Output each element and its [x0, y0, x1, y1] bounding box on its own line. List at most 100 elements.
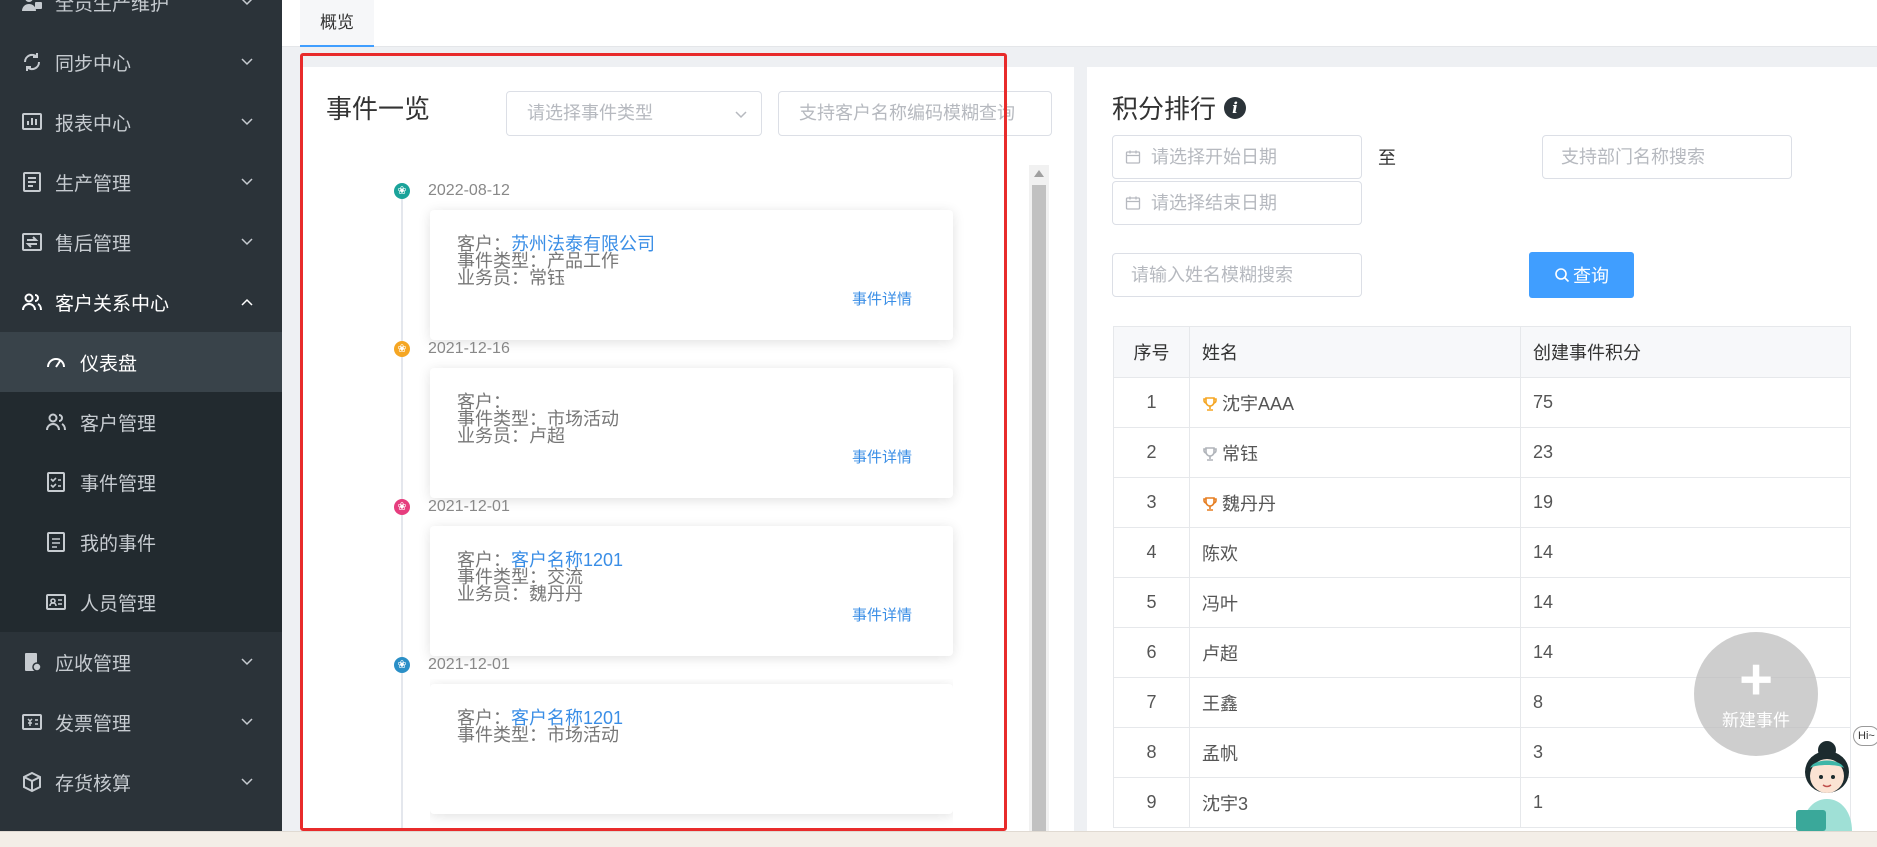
- timeline-dot-icon: ❀: [394, 499, 410, 515]
- salesman-value: 卢超: [529, 426, 565, 446]
- salesman-value: 常钰: [529, 268, 565, 288]
- trophy-icon: [1203, 496, 1217, 511]
- chevron-down-icon: [241, 178, 253, 186]
- name-search-input[interactable]: 请输入姓名模糊搜索: [1112, 253, 1362, 297]
- scroll-up-icon[interactable]: [1034, 170, 1044, 177]
- rank-no: 9: [1113, 777, 1190, 828]
- sidebar-item-inventory[interactable]: 存货核算: [0, 752, 282, 812]
- rank-no: 6: [1113, 627, 1190, 678]
- event-detail-link[interactable]: 事件详情: [852, 446, 912, 467]
- tab-bar: 概览: [282, 0, 1877, 47]
- sidebar-subitem-label: 人员管理: [80, 593, 157, 615]
- event-card: 客户：客户名称1201 事件类型：市场活动: [430, 684, 953, 814]
- end-date-input[interactable]: 请选择结束日期: [1112, 181, 1362, 225]
- timeline-dot-icon: ❀: [394, 183, 410, 199]
- table-row: 9 沈宇3 1: [1113, 777, 1851, 828]
- salesman-label: 业务员：: [457, 426, 529, 446]
- rank-no: 2: [1113, 427, 1190, 478]
- event-type-placeholder: 请选择事件类型: [527, 103, 653, 123]
- checklist-icon: [44, 470, 68, 494]
- sync-icon: [20, 50, 44, 74]
- id-card-icon: [44, 590, 68, 614]
- rank-name: 魏丹丹: [1222, 493, 1276, 514]
- sidebar-item-reports[interactable]: 报表中心: [0, 92, 282, 152]
- sidebar-item-sync[interactable]: 同步中心: [0, 32, 282, 92]
- events-title: 事件一览: [326, 94, 431, 124]
- event-card: 客户：苏州法泰有限公司 事件类型：产品工作 业务员：常钰 事件详情: [430, 210, 953, 340]
- ranking-table-body: 1 沈宇AAA 75 2 常钰 23 3 魏丹丹 19 4 陈欢 14 5 冯叶 14 6 卢超 14 7 王鑫 8 8 孟…: [1113, 377, 1851, 828]
- rank-name: 孟帆: [1202, 743, 1238, 764]
- table-row: 1 沈宇AAA 75: [1113, 377, 1851, 428]
- sidebar-subitem-label: 仪表盘: [80, 353, 138, 375]
- customer-icon: [44, 410, 68, 434]
- rank-name-cell: 孟帆: [1189, 727, 1521, 778]
- invoice-icon: [20, 710, 44, 734]
- salesman-value: 魏丹丹: [529, 584, 583, 604]
- sidebar-item-tpm[interactable]: 全员生产维护: [0, 0, 282, 32]
- calendar-icon: [1125, 196, 1141, 210]
- search-icon: [1555, 268, 1570, 283]
- chevron-down-icon: [241, 718, 253, 726]
- event-card-clip: 客户：客户名称1201 事件类型：市场活动: [430, 679, 953, 831]
- scrollbar-thumb[interactable]: [1032, 185, 1046, 831]
- rank-name: 冯叶: [1202, 593, 1238, 614]
- info-icon[interactable]: i: [1224, 96, 1247, 119]
- sidebar-item-aftersales[interactable]: 售后管理: [0, 212, 282, 272]
- customer-search-input[interactable]: 支持客户名称编码模糊查询: [778, 91, 1052, 136]
- chevron-down-icon: [241, 238, 253, 246]
- chevron-down-icon: [241, 658, 253, 666]
- rank-score: 75: [1520, 377, 1851, 428]
- rank-no: 7: [1113, 677, 1190, 728]
- event-detail-link[interactable]: 事件详情: [852, 288, 912, 309]
- chart-icon: [20, 110, 44, 134]
- receivable-icon: [20, 650, 44, 674]
- sidebar-subitem-label: 事件管理: [80, 473, 157, 495]
- taskbar-strip: [0, 831, 1877, 847]
- ranking-title: 积分排行: [1112, 94, 1217, 124]
- rank-name: 常钰: [1222, 443, 1258, 464]
- events-panel: 事件一览 请选择事件类型 支持客户名称编码模糊查询 ❀ 2022-08-12 客…: [302, 67, 1074, 847]
- sidebar-item-label: 发票管理: [55, 713, 132, 735]
- tab-overview[interactable]: 概览: [300, 0, 374, 47]
- table-row: 5 冯叶 14: [1113, 577, 1851, 628]
- sidebar-subitem-dashboard[interactable]: 仪表盘: [0, 332, 282, 392]
- sidebar-item-label: 售后管理: [55, 233, 132, 255]
- rank-name-cell: 冯叶: [1189, 577, 1521, 628]
- rank-no: 4: [1113, 527, 1190, 578]
- sidebar-subitem-my-events[interactable]: 我的事件: [0, 512, 282, 572]
- timeline-dot-icon: ❀: [394, 341, 410, 357]
- sidebar-subitem-label: 客户管理: [80, 413, 157, 435]
- event-type-select[interactable]: 请选择事件类型: [506, 91, 762, 136]
- rank-no: 3: [1113, 477, 1190, 528]
- sidebar-item-production[interactable]: 生产管理: [0, 152, 282, 212]
- sidebar-subitem-events[interactable]: 事件管理: [0, 452, 282, 512]
- event-detail-link[interactable]: 事件详情: [852, 604, 912, 625]
- sidebar-item-invoices[interactable]: 发票管理: [0, 692, 282, 752]
- table-row: 2 常钰 23: [1113, 427, 1851, 478]
- table-row: 3 魏丹丹 19: [1113, 477, 1851, 528]
- ranking-title-row: 积分排行 i: [1112, 89, 1247, 126]
- sidebar-item-receivables[interactable]: 应收管理: [0, 632, 282, 692]
- sidebar-item-crm[interactable]: 客户关系中心: [0, 272, 282, 332]
- start-date-input[interactable]: 请选择开始日期: [1112, 135, 1362, 179]
- rank-name-cell: 沈宇3: [1189, 777, 1521, 828]
- event-card: 客户： 事件类型：市场活动 业务员：卢超 事件详情: [430, 368, 953, 498]
- events-scrollbar[interactable]: [1029, 165, 1049, 831]
- rank-score: 14: [1520, 527, 1851, 578]
- query-button[interactable]: 查询: [1529, 252, 1634, 298]
- assistant-avatar-icon[interactable]: [1790, 730, 1860, 831]
- new-event-label: 新建事件: [1722, 710, 1790, 730]
- rank-score: 19: [1520, 477, 1851, 528]
- plus-icon: +: [1739, 646, 1773, 712]
- sidebar-subitem-staff[interactable]: 人员管理: [0, 572, 282, 632]
- department-search-input[interactable]: 支持部门名称搜索: [1542, 135, 1792, 179]
- calendar-icon: [1125, 150, 1141, 164]
- sidebar-subitem-customers[interactable]: 客户管理: [0, 392, 282, 452]
- sidebar-item-label: 生产管理: [55, 173, 132, 195]
- sidebar-item-label: 同步中心: [55, 53, 132, 75]
- chevron-down-icon: [735, 111, 747, 119]
- sidebar-item-label: 应收管理: [55, 653, 132, 675]
- event-date: 2021-12-16: [428, 340, 510, 357]
- rank-name: 陈欢: [1202, 543, 1238, 564]
- table-row: 4 陈欢 14: [1113, 527, 1851, 578]
